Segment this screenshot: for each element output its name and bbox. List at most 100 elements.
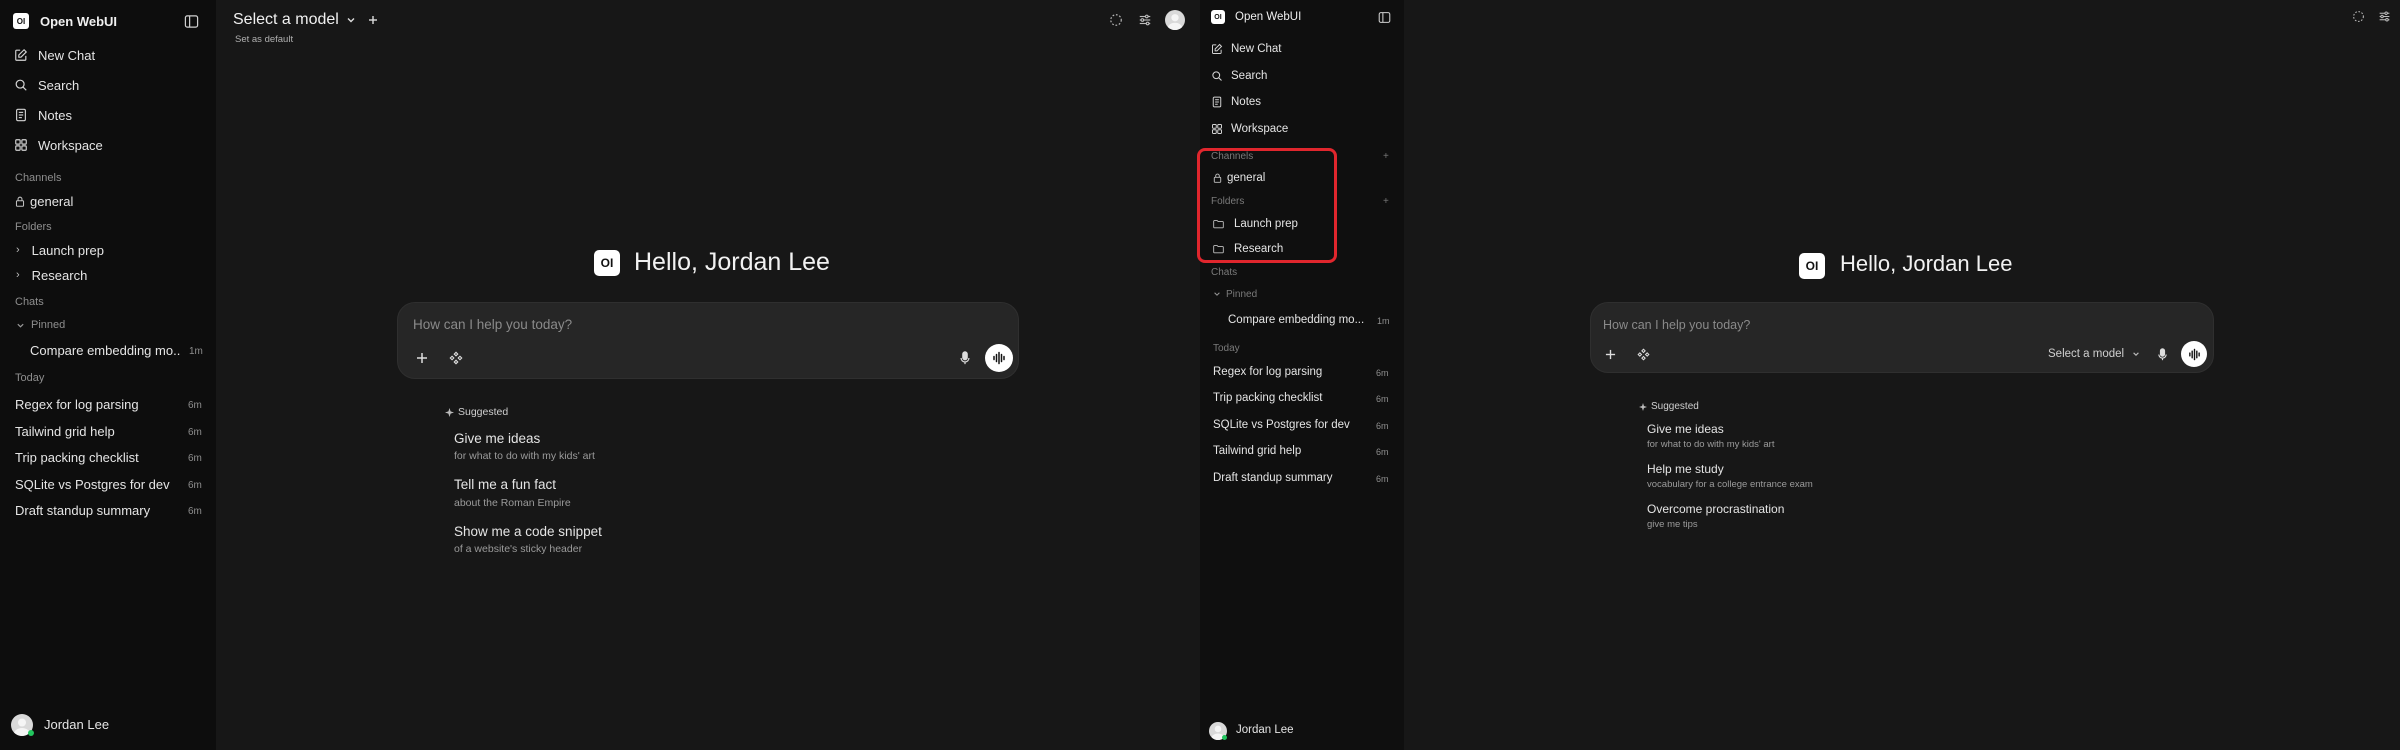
- chat-item[interactable]: Trip packing checklist: [1213, 392, 1363, 404]
- input-model-selector[interactable]: Select a model: [2048, 347, 2140, 361]
- nav-search[interactable]: Search: [1211, 68, 1267, 84]
- nav-workspace[interactable]: Workspace: [14, 136, 103, 154]
- suggestion-subtitle[interactable]: of a website's sticky header: [454, 543, 582, 555]
- chat-time: 6m: [1376, 368, 1389, 378]
- pinned-toggle[interactable]: Pinned: [16, 318, 65, 332]
- sidebar-toggle-icon[interactable]: [183, 13, 199, 29]
- nav-new-chat[interactable]: New Chat: [14, 46, 95, 64]
- suggestion-title[interactable]: Overcome procrastination: [1647, 502, 1784, 516]
- folder-launch-prep[interactable]: Launch prep: [1213, 217, 1298, 231]
- temporary-chat-icon[interactable]: [1108, 12, 1124, 28]
- folders-heading: Folders: [1211, 196, 1245, 207]
- chat-item[interactable]: Trip packing checklist: [15, 450, 180, 465]
- folder-label: Launch prep: [1234, 218, 1298, 230]
- suggestion-subtitle[interactable]: for what to do with my kids' art: [454, 450, 595, 462]
- search-icon: [14, 78, 28, 92]
- chat-time: 6m: [1376, 474, 1389, 484]
- chat-item[interactable]: Tailwind grid help: [15, 424, 180, 439]
- chevron-right-icon: ›: [16, 244, 20, 256]
- suggested-label: Suggested: [1651, 401, 1699, 412]
- plus-icon[interactable]: [414, 350, 430, 366]
- suggestion-subtitle[interactable]: vocabulary for a college entrance exam: [1647, 479, 1813, 490]
- suggestion-title[interactable]: Give me ideas: [454, 431, 540, 446]
- suggestion-subtitle[interactable]: give me tips: [1647, 519, 1698, 530]
- chat-item[interactable]: Regex for log parsing: [15, 397, 180, 412]
- suggestion-title[interactable]: Tell me a fun fact: [454, 477, 556, 492]
- model-selector[interactable]: Select a model: [233, 10, 378, 30]
- channel-label: general: [1227, 172, 1266, 184]
- user-name[interactable]: Jordan Lee: [1236, 724, 1294, 736]
- set-default-link[interactable]: Set as default: [235, 34, 293, 45]
- chevron-down-icon: [2132, 350, 2140, 358]
- sidebar-toggle-icon[interactable]: [1377, 10, 1391, 24]
- chat-item[interactable]: Regex for log parsing: [1213, 366, 1363, 378]
- grid-icon: [1211, 123, 1223, 135]
- folder-research[interactable]: › Research: [16, 267, 87, 283]
- folder-label: Launch prep: [31, 242, 104, 258]
- nav-label: Workspace: [1231, 123, 1289, 135]
- pinned-chat[interactable]: Compare embedding mo...: [1228, 314, 1364, 326]
- folder-launch-prep[interactable]: › Launch prep: [16, 242, 104, 258]
- nav-label: Search: [1231, 70, 1268, 82]
- pencil-square-icon: [14, 48, 28, 62]
- nav-label: Notes: [38, 107, 72, 123]
- folder-label: Research: [1234, 243, 1284, 255]
- folder-icon: [1213, 244, 1224, 254]
- suggested-heading: Suggested: [1639, 400, 1699, 413]
- user-name[interactable]: Jordan Lee: [44, 717, 109, 732]
- pinned-heading: Pinned: [1226, 288, 1258, 300]
- chat-time: 1m: [1377, 316, 1390, 326]
- suggestion-subtitle[interactable]: for what to do with my kids' art: [1647, 439, 1774, 450]
- pencil-square-icon: [1211, 43, 1223, 55]
- voice-mode-button[interactable]: [2181, 341, 2207, 367]
- chat-item[interactable]: SQLite vs Postgres for dev: [1213, 419, 1363, 431]
- pinned-chat[interactable]: Compare embedding mo...: [30, 343, 180, 358]
- today-heading: Today: [15, 372, 45, 384]
- search-icon: [1211, 70, 1223, 82]
- chat-item[interactable]: Tailwind grid help: [1213, 445, 1363, 457]
- input-model-label: Select a model: [2048, 348, 2125, 360]
- chat-item[interactable]: Draft standup summary: [1213, 472, 1363, 484]
- suggested-label: Suggested: [458, 406, 509, 418]
- controls-icon[interactable]: [2377, 9, 2391, 23]
- add-folder-icon[interactable]: +: [1383, 196, 1389, 207]
- nav-label: Search: [38, 77, 80, 93]
- microphone-icon[interactable]: [2155, 347, 2169, 361]
- folders-heading: Folders: [15, 221, 52, 233]
- chat-item[interactable]: SQLite vs Postgres for dev: [15, 477, 180, 492]
- plus-icon[interactable]: [368, 15, 378, 25]
- greeting-logo: OI: [594, 250, 620, 276]
- right-main: OI Hello, Jordan Lee How can I help you …: [1404, 0, 2400, 750]
- chat-input[interactable]: How can I help you today?: [413, 317, 572, 332]
- channel-general[interactable]: general: [1213, 171, 1265, 185]
- pinned-toggle[interactable]: Pinned: [1213, 288, 1257, 300]
- plus-icon[interactable]: [1603, 347, 1617, 361]
- tools-icon[interactable]: [448, 350, 464, 366]
- tools-icon[interactable]: [1636, 347, 1650, 361]
- nav-notes[interactable]: Notes: [1211, 94, 1261, 110]
- nav-notes[interactable]: Notes: [14, 106, 72, 124]
- suggestion-subtitle[interactable]: about the Roman Empire: [454, 497, 571, 509]
- app-logo: OI: [13, 13, 29, 29]
- waveform-icon: [2188, 348, 2200, 360]
- channels-heading: Channels: [15, 172, 62, 184]
- suggestion-title[interactable]: Help me study: [1647, 462, 1724, 476]
- microphone-icon[interactable]: [957, 350, 973, 366]
- add-channel-icon[interactable]: +: [1383, 151, 1389, 162]
- nav-search[interactable]: Search: [14, 76, 79, 94]
- temporary-chat-icon[interactable]: [2351, 9, 2365, 23]
- voice-mode-button[interactable]: [985, 344, 1013, 372]
- chat-input[interactable]: How can I help you today?: [1603, 318, 1750, 332]
- suggestion-title[interactable]: Show me a code snippet: [454, 524, 602, 539]
- controls-icon[interactable]: [1137, 12, 1153, 28]
- chat-input-box: [397, 302, 1019, 379]
- nav-workspace[interactable]: Workspace: [1211, 121, 1288, 137]
- waveform-icon: [993, 351, 1005, 365]
- chat-item[interactable]: Draft standup summary: [15, 503, 180, 518]
- app-name: Open WebUI: [40, 14, 118, 29]
- channel-general[interactable]: general: [15, 193, 73, 209]
- folder-research[interactable]: Research: [1213, 242, 1283, 256]
- user-avatar[interactable]: [1165, 10, 1185, 30]
- nav-new-chat[interactable]: New Chat: [1211, 41, 1282, 57]
- suggestion-title[interactable]: Give me ideas: [1647, 422, 1724, 436]
